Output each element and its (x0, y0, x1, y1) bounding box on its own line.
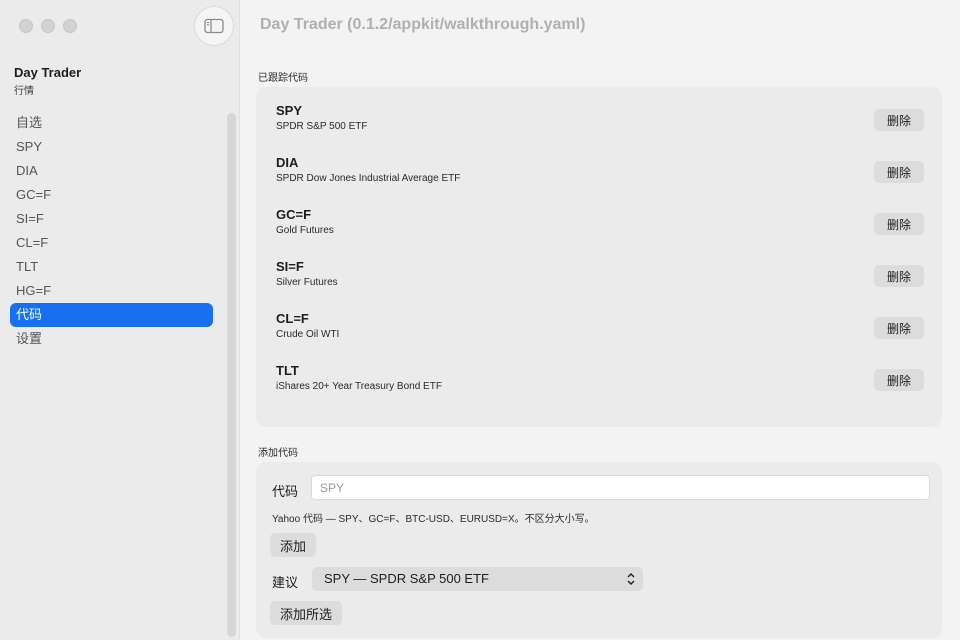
delete-ticker-button[interactable]: 删除 (874, 369, 924, 391)
add-selected-button[interactable]: 添加所选 (270, 601, 343, 625)
suggestion-select[interactable]: SPY — SPDR S&P 500 ETF (312, 567, 643, 591)
tracked-tickers-panel: SPY SPDR S&P 500 ETF 删除 DIA SPDR Dow Jon… (256, 87, 942, 427)
sidebar-toggle-button[interactable] (194, 6, 234, 46)
sidebar-item-si-f[interactable]: SI=F (10, 207, 213, 231)
window-title: Day Trader (0.1.2/appkit/walkthrough.yam… (260, 16, 586, 33)
delete-ticker-button[interactable]: 删除 (874, 317, 924, 339)
zoom-window-button[interactable] (63, 19, 77, 33)
chevron-up-down-icon (627, 573, 635, 585)
minimize-window-button[interactable] (41, 19, 55, 33)
sidebar-scrollbar[interactable] (227, 113, 236, 637)
ticker-symbol: SI=F (276, 259, 304, 274)
ticker-row: SPY SPDR S&P 500 ETF 删除 (276, 103, 924, 147)
suggestion-select-value: SPY — SPDR S&P 500 ETF (324, 571, 489, 586)
sidebar-nav: 自选 SPY DIA GC=F SI=F CL=F TLT HG=F 代码 设置 (10, 111, 213, 351)
sidebar-item-tickers[interactable]: 代码 (10, 303, 213, 327)
ticker-name: Crude Oil WTI (276, 329, 340, 340)
suggest-field-label: 建议 (272, 575, 299, 590)
add-button[interactable]: 添加 (270, 533, 317, 557)
add-ticker-panel: 代码 Yahoo 代码 — SPY、GC=F、BTC-USD、EURUSD=X。… (256, 462, 942, 638)
ticker-code-input[interactable] (311, 475, 930, 500)
sidebar-item-watchlist[interactable]: 自选 (10, 111, 213, 135)
close-window-button[interactable] (19, 19, 33, 33)
ticker-name: iShares 20+ Year Treasury Bond ETF (276, 381, 442, 392)
sidebar-item-cl-f[interactable]: CL=F (10, 231, 213, 255)
code-field-label: 代码 (272, 484, 299, 499)
ticker-symbol: GC=F (276, 207, 312, 222)
sidebar-item-gc-f[interactable]: GC=F (10, 183, 213, 207)
delete-ticker-button[interactable]: 删除 (874, 109, 924, 131)
sidebar-item-settings[interactable]: 设置 (10, 327, 213, 351)
window-controls (19, 19, 77, 33)
sidebar-toggle-icon (204, 18, 224, 34)
sidebar-item-dia[interactable]: DIA (10, 159, 213, 183)
ticker-symbol: TLT (276, 363, 299, 378)
code-hint-text: Yahoo 代码 — SPY、GC=F、BTC-USD、EURUSD=X。不区分… (272, 514, 595, 525)
ticker-row: CL=F Crude Oil WTI 删除 (276, 311, 924, 355)
sidebar-item-tlt[interactable]: TLT (10, 255, 213, 279)
ticker-name: SPDR Dow Jones Industrial Average ETF (276, 173, 461, 184)
sidebar-item-spy[interactable]: SPY (10, 135, 213, 159)
tracked-section-title: 已跟踪代码 (258, 73, 308, 84)
delete-ticker-button[interactable]: 删除 (874, 213, 924, 235)
sidebar-item-hg-f[interactable]: HG=F (10, 279, 213, 303)
ticker-row: TLT iShares 20+ Year Treasury Bond ETF 删… (276, 363, 924, 407)
ticker-row: GC=F Gold Futures 删除 (276, 207, 924, 251)
sidebar: Day Trader 行情 自选 SPY DIA GC=F SI=F CL=F … (0, 0, 240, 640)
ticker-name: SPDR S&P 500 ETF (276, 121, 368, 132)
ticker-symbol: SPY (276, 103, 303, 118)
delete-ticker-button[interactable]: 删除 (874, 265, 924, 287)
ticker-symbol: DIA (276, 155, 299, 170)
ticker-name: Silver Futures (276, 277, 338, 288)
app-name: Day Trader (14, 65, 82, 80)
ticker-row: DIA SPDR Dow Jones Industrial Average ET… (276, 155, 924, 199)
app-subtitle: 行情 (14, 86, 34, 97)
ticker-name: Gold Futures (276, 225, 334, 236)
delete-ticker-button[interactable]: 删除 (874, 161, 924, 183)
ticker-symbol: CL=F (276, 311, 309, 326)
ticker-row: SI=F Silver Futures 删除 (276, 259, 924, 303)
add-section-title: 添加代码 (258, 448, 298, 459)
